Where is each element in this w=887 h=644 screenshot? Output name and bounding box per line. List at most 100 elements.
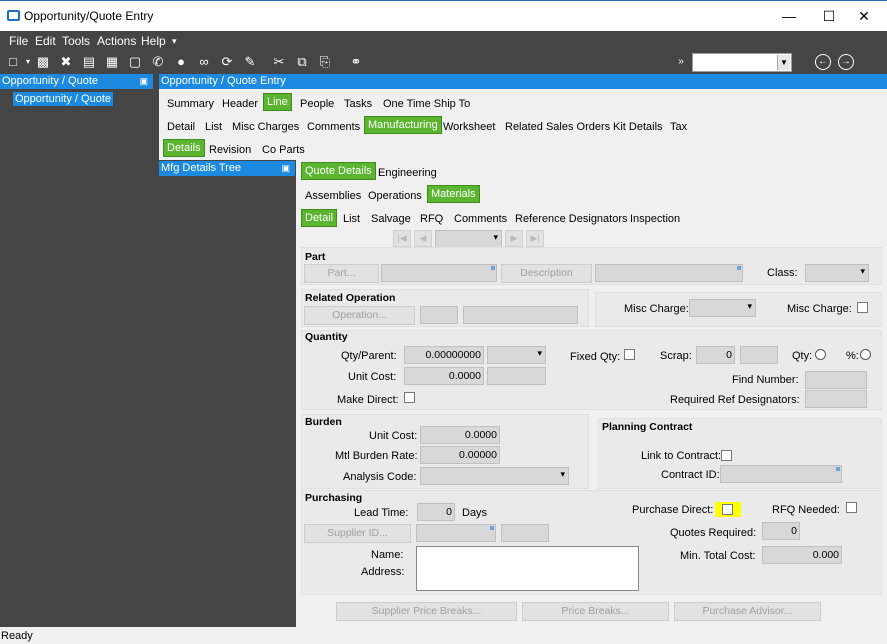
supplier-id-field[interactable] <box>416 524 496 542</box>
mtl-burden-rate-field[interactable]: 0.00000 <box>420 446 500 464</box>
fixed-qty-checkbox[interactable] <box>624 349 635 360</box>
next-record-icon[interactable]: ▶ <box>505 230 523 247</box>
chevron-down-icon[interactable]: ▼ <box>777 55 790 70</box>
menu-tools[interactable]: Tools <box>62 34 90 48</box>
tab-reference-designators[interactable]: Reference Designators <box>515 213 628 225</box>
clear-icon[interactable]: ✎ <box>242 54 258 70</box>
purchase-direct-checkbox[interactable] <box>722 504 733 515</box>
toolbar-combo[interactable]: ▼ <box>692 53 792 72</box>
back-icon[interactable]: ← <box>815 54 831 70</box>
part-button[interactable]: Part... <box>304 264 379 283</box>
delete-icon[interactable]: ✖ <box>58 54 74 70</box>
first-record-icon[interactable]: |◀ <box>393 230 411 247</box>
tab-engineering[interactable]: Engineering <box>378 167 437 179</box>
toolbar-overflow-icon[interactable]: » <box>673 54 689 70</box>
lead-time-field[interactable]: 0 <box>417 503 455 521</box>
copy-icon[interactable]: ⧉ <box>294 54 310 70</box>
binoculars-icon[interactable]: ⚭ <box>348 54 364 70</box>
required-ref-designators-field[interactable] <box>805 390 867 408</box>
close-icon[interactable]: ✕ <box>841 1 887 31</box>
tab-revision[interactable]: Revision <box>209 144 251 156</box>
scrap-field[interactable]: 0 <box>696 346 735 364</box>
menu-actions[interactable]: Actions <box>97 34 136 48</box>
analysis-code-dropdown[interactable] <box>420 467 569 485</box>
tab-material-detail[interactable]: Detail <box>301 209 338 227</box>
chat-icon[interactable]: ● <box>173 54 189 70</box>
tab-inspection[interactable]: Inspection <box>630 213 680 225</box>
tab-kit-details[interactable]: Kit Details <box>613 121 663 133</box>
book-icon[interactable]: ▤ <box>81 54 97 70</box>
tab-related-sales-orders[interactable]: Related Sales Orders <box>505 121 610 133</box>
uom-dropdown[interactable] <box>487 346 546 364</box>
unit-cost-field[interactable]: 0.0000 <box>404 367 484 385</box>
phone-icon[interactable]: ✆ <box>150 54 166 70</box>
price-breaks-button[interactable]: Price Breaks... <box>522 602 669 621</box>
new-dropdown-icon[interactable]: ▾ <box>20 54 36 70</box>
menu-edit[interactable]: Edit <box>35 34 56 48</box>
forward-icon[interactable]: → <box>838 54 854 70</box>
contract-id-field[interactable] <box>720 465 842 483</box>
description-button[interactable]: Description <box>501 264 592 283</box>
last-record-icon[interactable]: ▶| <box>526 230 544 247</box>
find-number-field[interactable] <box>805 371 867 389</box>
tree-node-opportunity[interactable]: Opportunity / Quote <box>13 92 113 106</box>
pin-icon[interactable]: ▣ <box>139 74 148 89</box>
rfq-needed-checkbox[interactable] <box>846 502 857 513</box>
tab-tasks[interactable]: Tasks <box>344 98 372 110</box>
scrap-pct-radio[interactable] <box>860 349 871 360</box>
purchase-advisor-button[interactable]: Purchase Advisor... <box>674 602 821 621</box>
tab-comments[interactable]: Comments <box>307 121 360 133</box>
description-field[interactable] <box>595 264 743 282</box>
grid-icon[interactable]: ▦ <box>104 54 120 70</box>
tab-line[interactable]: Line <box>263 93 292 111</box>
menu-overflow-icon[interactable]: ▾ <box>172 36 177 47</box>
link-to-contract-checkbox[interactable] <box>721 450 732 461</box>
operation-desc-field[interactable] <box>463 306 578 324</box>
cut-icon[interactable]: ✂ <box>271 54 287 70</box>
tab-list[interactable]: List <box>205 121 222 133</box>
record-selector[interactable] <box>435 230 502 248</box>
tab-material-comments[interactable]: Comments <box>454 213 507 225</box>
quotes-required-field[interactable]: 0 <box>762 522 800 540</box>
prev-record-icon[interactable]: ◀ <box>414 230 432 247</box>
menu-file[interactable]: File <box>9 34 28 48</box>
menu-help[interactable]: Help <box>141 34 166 48</box>
note-icon[interactable]: ▢ <box>127 54 143 70</box>
tab-operations[interactable]: Operations <box>368 190 422 202</box>
pin-icon[interactable]: ▣ <box>281 161 290 176</box>
tab-salvage[interactable]: Salvage <box>371 213 411 225</box>
qty-parent-field[interactable]: 0.00000000 <box>404 346 484 364</box>
class-dropdown[interactable] <box>805 264 869 282</box>
min-total-cost-field[interactable]: 0.000 <box>762 546 842 564</box>
tab-manufacturing[interactable]: Manufacturing <box>364 116 442 134</box>
tab-one-time-ship-to[interactable]: One Time Ship To <box>383 98 470 110</box>
misc-charge-checkbox[interactable] <box>857 302 868 313</box>
name-address-field[interactable] <box>416 546 639 591</box>
tab-tax[interactable]: Tax <box>670 121 687 133</box>
tab-co-parts[interactable]: Co Parts <box>262 144 305 156</box>
tab-quote-details[interactable]: Quote Details <box>301 162 376 180</box>
supplier-id-button[interactable]: Supplier ID... <box>304 524 411 543</box>
tab-people[interactable]: People <box>300 98 334 110</box>
tab-summary[interactable]: Summary <box>167 98 214 110</box>
part-number-field[interactable] <box>381 264 497 282</box>
unit-cost-uom-field[interactable] <box>487 367 546 385</box>
supplier-price-breaks-button[interactable]: Supplier Price Breaks... <box>336 602 517 621</box>
tab-material-list[interactable]: List <box>343 213 360 225</box>
tab-details[interactable]: Details <box>163 139 205 157</box>
save-icon[interactable]: ▩ <box>35 54 51 70</box>
scrap-qty-radio[interactable] <box>815 349 826 360</box>
operation-seq-field[interactable] <box>420 306 458 324</box>
tab-header[interactable]: Header <box>222 98 258 110</box>
tab-worksheet[interactable]: Worksheet <box>443 121 495 133</box>
burden-unit-cost-field[interactable]: 0.0000 <box>420 426 500 444</box>
operation-button[interactable]: Operation... <box>304 306 415 325</box>
tab-detail[interactable]: Detail <box>167 121 195 133</box>
scrap-uom-field[interactable] <box>740 346 778 364</box>
new-icon[interactable]: □ <box>5 54 21 70</box>
misc-charge-dropdown[interactable] <box>689 299 756 317</box>
attach-icon[interactable]: ∞ <box>196 54 212 70</box>
supplier-num-field[interactable] <box>501 524 549 542</box>
tab-assemblies[interactable]: Assemblies <box>305 190 361 202</box>
paste-icon[interactable]: ⎘ <box>317 54 333 70</box>
